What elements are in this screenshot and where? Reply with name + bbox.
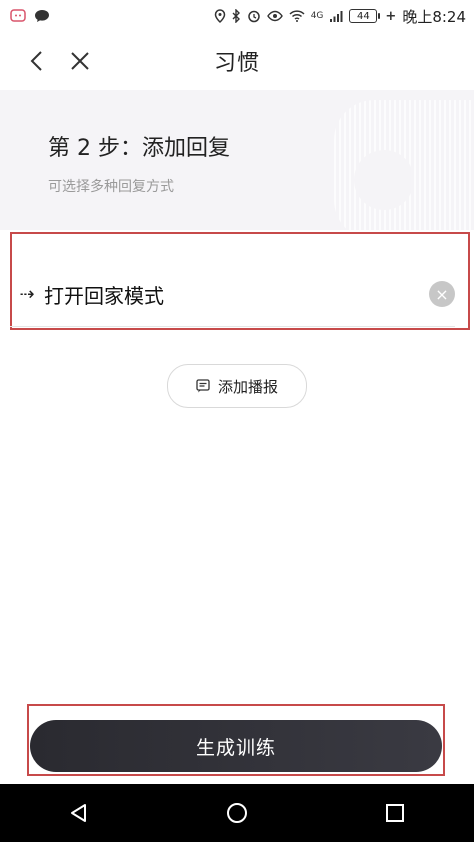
charging-icon: + <box>385 8 397 24</box>
battery-level: 44 <box>357 10 370 22</box>
status-bar: 4G 44 + 晚上8:24 <box>0 0 474 32</box>
generate-button-container: 生成训练 <box>27 704 445 776</box>
reply-arrow-icon: ⇢ <box>19 283 35 305</box>
nav-home-button[interactable] <box>207 784 267 842</box>
reply-input[interactable] <box>44 274 429 314</box>
banner-decoration-circle <box>354 150 414 210</box>
eye-icon <box>266 10 283 22</box>
wifi-icon <box>289 10 305 22</box>
header: 习惯 <box>0 32 474 90</box>
clear-button[interactable]: × <box>429 281 455 307</box>
signal-icon <box>330 11 343 22</box>
page-title: 习惯 <box>213 51 260 76</box>
nav-recents-button[interactable] <box>365 784 425 842</box>
circle-home-icon <box>227 803 247 823</box>
message-icon <box>196 379 210 393</box>
status-right: 4G 44 + 晚上8:24 <box>214 6 474 27</box>
triangle-back-icon <box>71 804 86 822</box>
nav-back-button[interactable] <box>49 784 109 842</box>
generate-training-button[interactable]: 生成训练 <box>30 720 442 772</box>
screen: 4G 44 + 晚上8:24 习惯 第 2 步：添加回复 可选择多种回复方式 ⇢… <box>0 0 474 842</box>
chevron-left-icon <box>30 51 42 71</box>
app-notification-icon <box>10 9 26 22</box>
close-button[interactable] <box>58 32 102 90</box>
close-icon <box>71 52 89 70</box>
step-subtitle: 可选择多种回复方式 <box>48 179 174 195</box>
status-left <box>0 9 50 23</box>
battery-indicator: 44 <box>349 9 381 23</box>
square-recents-icon <box>386 804 404 822</box>
back-button[interactable] <box>14 32 58 90</box>
bluetooth-icon <box>232 9 240 23</box>
step-banner: 第 2 步：添加回复 可选择多种回复方式 <box>0 90 474 230</box>
clock: 晚上8:24 <box>402 7 466 26</box>
add-broadcast-label: 添加播报 <box>217 377 278 396</box>
add-broadcast-button[interactable]: 添加播报 <box>167 364 307 408</box>
location-icon <box>214 9 225 23</box>
clear-icon: × <box>435 284 449 304</box>
navigation-bar <box>0 784 474 842</box>
reply-field-container: ⇢ × <box>10 262 455 327</box>
alarm-icon <box>247 10 260 23</box>
reply-row: ⇢ × <box>10 232 470 330</box>
chat-bubble-icon <box>35 10 49 22</box>
network-type: 4G <box>310 10 324 21</box>
step-title: 第 2 步：添加回复 <box>48 136 230 161</box>
